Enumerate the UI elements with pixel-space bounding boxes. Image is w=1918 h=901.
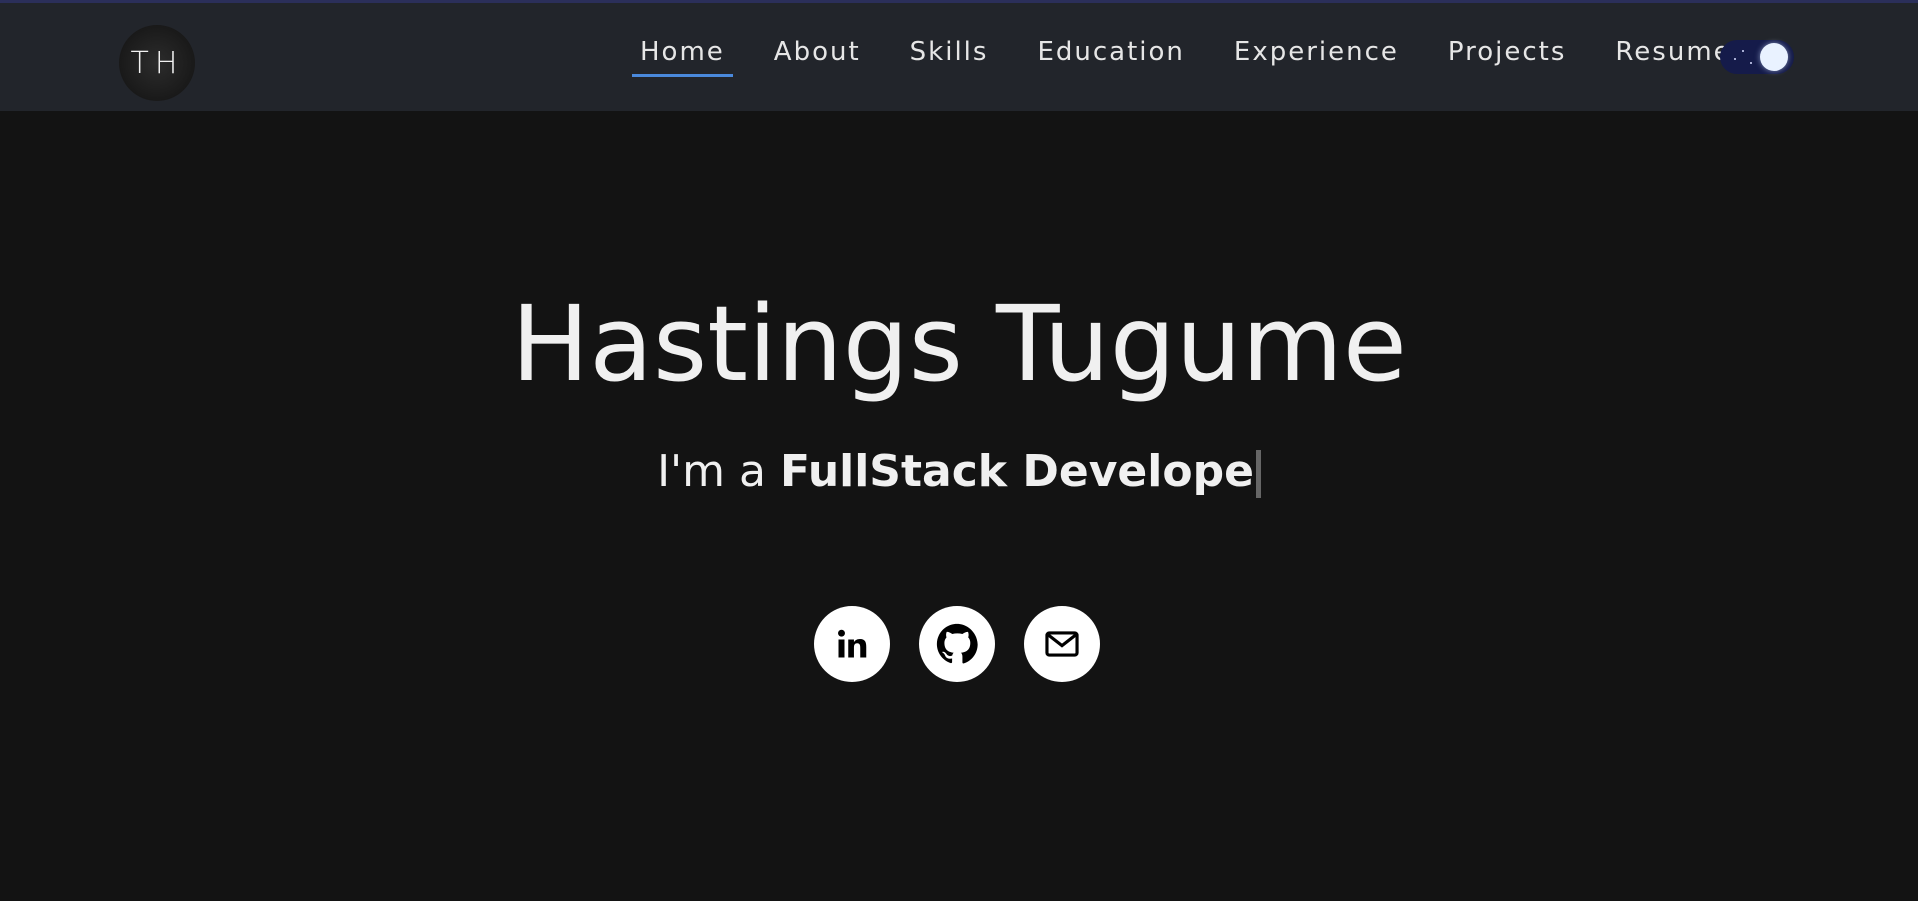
nav-item-about[interactable]: About: [766, 31, 869, 73]
hero-name: Hastings Tugume: [511, 283, 1407, 405]
nav-item-skills[interactable]: Skills: [902, 31, 997, 73]
logo[interactable]: TH: [119, 25, 195, 101]
nav-item-education[interactable]: Education: [1029, 31, 1192, 73]
hero-subtitle: I'm a FullStack Develope: [0, 450, 1918, 498]
subtitle-typed-text: FullStack Develope: [779, 446, 1254, 497]
email-button[interactable]: [1024, 606, 1100, 682]
nav-item-home[interactable]: Home: [632, 31, 733, 77]
nav-item-experience[interactable]: Experience: [1226, 31, 1407, 73]
star-icon: [1750, 62, 1752, 64]
nav-item-projects[interactable]: Projects: [1440, 31, 1575, 73]
star-icon: [1734, 58, 1736, 60]
subtitle-prefix: I'm a: [657, 446, 780, 497]
navbar: TH Home About Skills Education Experienc…: [0, 3, 1918, 111]
nav-links: Home About Skills Education Experience P…: [632, 31, 1773, 77]
theme-toggle[interactable]: [1720, 40, 1794, 74]
mail-icon: [1045, 631, 1079, 657]
linkedin-button[interactable]: [814, 606, 890, 682]
moon-icon: [1760, 43, 1788, 71]
linkedin-icon: [838, 629, 867, 658]
logo-text: TH: [130, 45, 184, 81]
github-icon: [936, 623, 978, 664]
github-button[interactable]: [919, 606, 995, 682]
social-links: [814, 606, 1129, 682]
star-icon: [1742, 50, 1744, 52]
typing-cursor: [1255, 450, 1261, 498]
